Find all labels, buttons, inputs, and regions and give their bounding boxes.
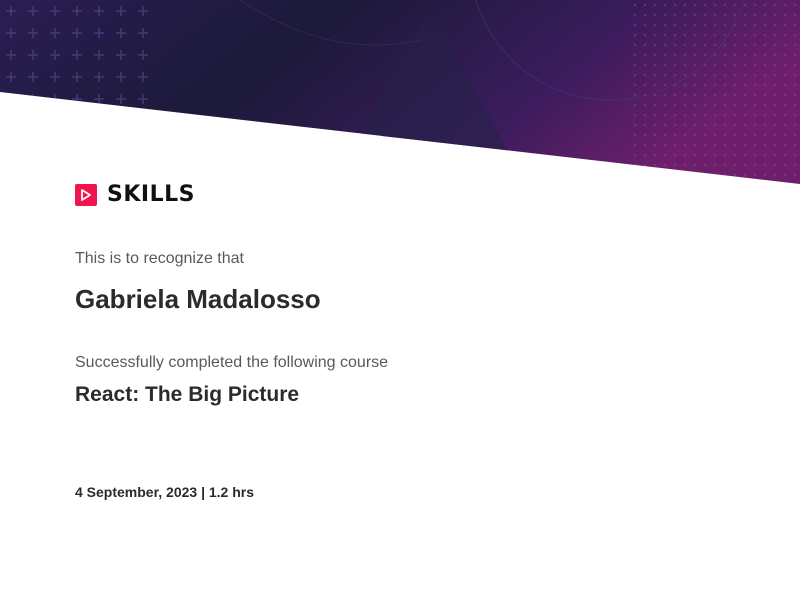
certificate-page: SKILLS This is to recognize that Gabriel… [0, 0, 800, 616]
header-banner [0, 0, 800, 184]
completion-date-duration: 4 September, 2023 | 1.2 hrs [75, 484, 255, 500]
brand-logo: SKILLS [75, 182, 195, 208]
course-title: React: The Big Picture [75, 383, 300, 406]
recognition-intro: This is to recognize that [75, 250, 244, 267]
completion-statement: Successfully completed the following cou… [75, 354, 389, 371]
play-arrow-icon [75, 184, 97, 206]
brand-name: SKILLS [107, 182, 195, 207]
recipient-name: Gabriela Madalosso [75, 284, 321, 314]
